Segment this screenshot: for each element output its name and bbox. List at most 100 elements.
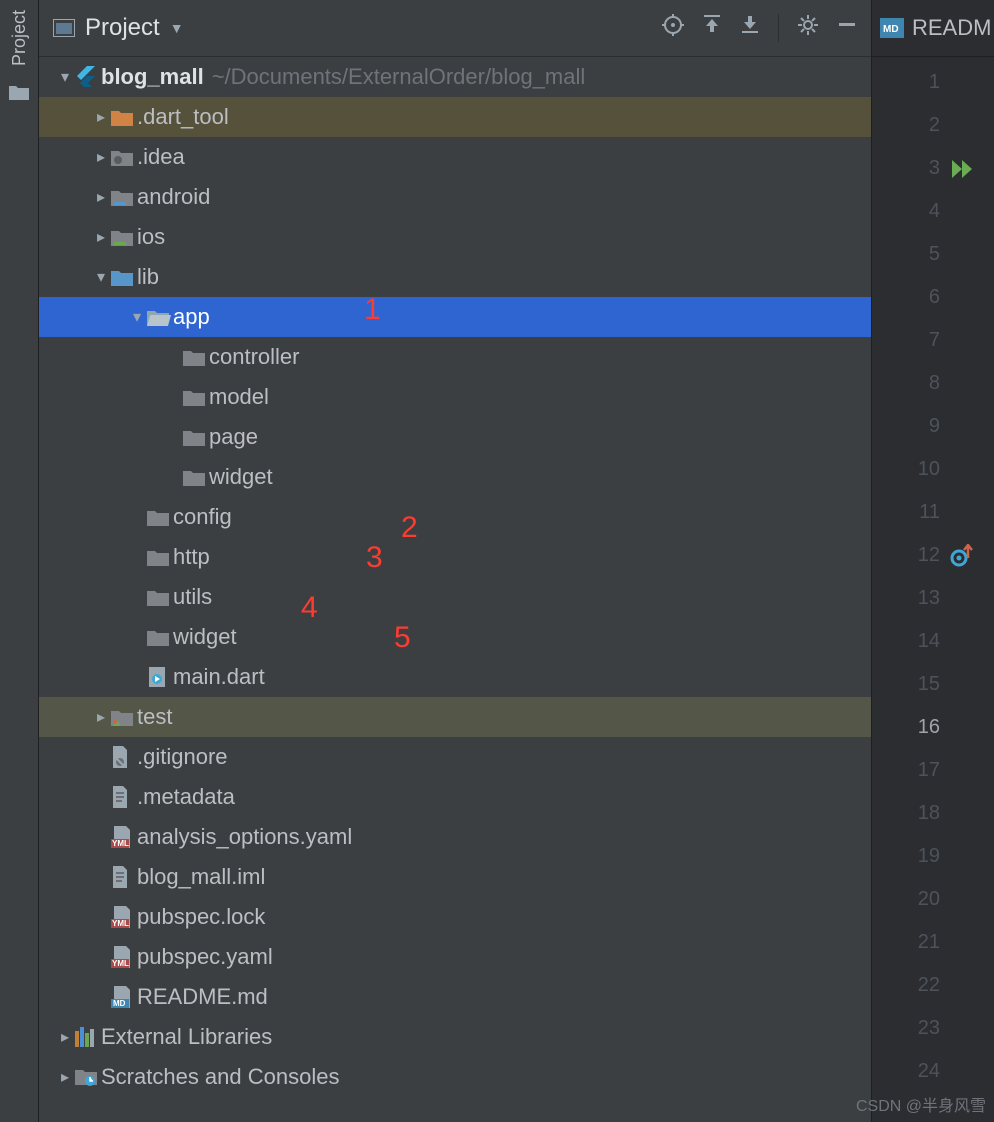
tree-row[interactable]: ▾lib: [39, 257, 871, 297]
tree-row[interactable]: ▸ android: [39, 177, 871, 217]
scratch-icon: [75, 1067, 101, 1087]
annotation-number: 1: [364, 293, 381, 327]
svg-text:YML: YML: [112, 839, 129, 848]
tree-row[interactable]: ▾blog_mall~/Documents/ExternalOrder/blog…: [39, 57, 871, 97]
chevron-right-icon[interactable]: ▸: [91, 707, 111, 727]
line-number: 1: [929, 61, 940, 104]
svg-text:MD: MD: [113, 999, 126, 1008]
line-number: 14: [918, 620, 940, 663]
tree-row[interactable]: model: [39, 377, 871, 417]
tree-item-label: app: [173, 304, 210, 330]
tree-row[interactable]: utils: [39, 577, 871, 617]
tree-row[interactable]: .gitignore: [39, 737, 871, 777]
project-tree[interactable]: ▾blog_mall~/Documents/ExternalOrder/blog…: [39, 57, 871, 1122]
folder-ios-icon: [111, 228, 137, 246]
tree-row[interactable]: http: [39, 537, 871, 577]
tree-item-label: main.dart: [173, 664, 265, 690]
tree-row[interactable]: widget: [39, 617, 871, 657]
chevron-down-icon[interactable]: ▾: [91, 267, 111, 287]
tree-row[interactable]: ▸External Libraries: [39, 1017, 871, 1057]
tree-item-label: blog_mall: [101, 64, 204, 90]
target-icon[interactable]: [662, 14, 684, 42]
chevron-down-icon[interactable]: ▾: [55, 67, 75, 87]
editor-tab[interactable]: MD READM: [872, 0, 994, 57]
project-icon: [53, 19, 75, 37]
tree-item-label: android: [137, 184, 210, 210]
folder-icon: [147, 588, 173, 606]
tree-row[interactable]: ▸.idea: [39, 137, 871, 177]
line-number: 19: [918, 835, 940, 878]
tree-row[interactable]: ▸test: [39, 697, 871, 737]
chevron-right-icon[interactable]: ▸: [55, 1027, 75, 1047]
folder-blue-icon: [111, 268, 137, 286]
tree-row[interactable]: YMLpubspec.yaml: [39, 937, 871, 977]
tree-item-label: utils: [173, 584, 212, 610]
tree-item-label: pubspec.lock: [137, 904, 265, 930]
line-number: 4: [929, 190, 940, 233]
tree-item-label: controller: [209, 344, 299, 370]
dropdown-icon[interactable]: ▼: [170, 20, 184, 36]
folder-icon: [147, 508, 173, 526]
libs-icon: [75, 1027, 101, 1047]
run-gutter-icon[interactable]: [952, 147, 974, 190]
expand-all-icon[interactable]: [702, 14, 722, 42]
folder-icon: [147, 628, 173, 646]
breakpoint-gutter-icon[interactable]: [950, 534, 974, 577]
chevron-right-icon[interactable]: ▸: [91, 187, 111, 207]
chevron-right-icon[interactable]: ▸: [55, 1067, 75, 1087]
dart-icon: [147, 667, 173, 687]
project-tool-button[interactable]: Project: [9, 10, 30, 66]
chevron-right-icon[interactable]: ▸: [91, 147, 111, 167]
panel-actions: [662, 14, 857, 42]
tree-row[interactable]: ▾ app: [39, 297, 871, 337]
chevron-down-icon[interactable]: ▾: [127, 307, 147, 327]
tree-row[interactable]: ▸ .dart_tool: [39, 97, 871, 137]
tool-strip-folder-icon[interactable]: [9, 84, 29, 100]
line-number: 16: [918, 706, 940, 749]
tree-row[interactable]: controller: [39, 337, 871, 377]
folder-idea-icon: [111, 148, 137, 166]
tree-row[interactable]: config: [39, 497, 871, 537]
tree-row[interactable]: ▸ ios: [39, 217, 871, 257]
tree-row[interactable]: widget: [39, 457, 871, 497]
panel-title-label: Project: [85, 14, 160, 42]
line-number: 6: [929, 276, 940, 319]
tree-item-label: ios: [137, 224, 165, 250]
tree-row[interactable]: blog_mall.iml: [39, 857, 871, 897]
line-number: 22: [918, 964, 940, 1007]
tree-row[interactable]: ▸Scratches and Consoles: [39, 1057, 871, 1097]
chevron-right-icon[interactable]: ▸: [91, 107, 111, 127]
panel-title[interactable]: Project ▼: [53, 14, 184, 42]
line-number: 17: [918, 749, 940, 792]
chevron-right-icon[interactable]: ▸: [91, 227, 111, 247]
gear-icon[interactable]: [797, 14, 819, 42]
folder-open-icon: [147, 308, 173, 326]
tree-item-label: http: [173, 544, 210, 570]
tree-item-label: .metadata: [137, 784, 235, 810]
tree-row[interactable]: main.dart: [39, 657, 871, 697]
folder-icon: [183, 468, 209, 486]
md-icon: MD: [111, 986, 137, 1008]
collapse-all-icon[interactable]: [740, 14, 760, 42]
yml-icon: YML: [111, 906, 137, 928]
line-number: 12: [918, 534, 940, 577]
separator: [778, 14, 779, 42]
tree-item-label: widget: [173, 624, 237, 650]
tree-item-label: .gitignore: [137, 744, 228, 770]
file-git-icon: [111, 746, 137, 768]
tree-row[interactable]: .metadata: [39, 777, 871, 817]
minimize-icon[interactable]: [837, 14, 857, 42]
tree-row[interactable]: YMLpubspec.lock: [39, 897, 871, 937]
tree-row[interactable]: page: [39, 417, 871, 457]
tool-strip: Project: [0, 0, 39, 1122]
line-number: 7: [929, 319, 940, 362]
line-number: 24: [918, 1050, 940, 1093]
project-panel: Project ▼ ▾blog_mall~/Documents/External…: [39, 0, 872, 1122]
yml-icon: YML: [111, 826, 137, 848]
folder-test-icon: [111, 708, 137, 726]
line-number: 23: [918, 1007, 940, 1050]
tree-item-label: .dart_tool: [137, 104, 229, 130]
tree-row[interactable]: MDREADME.md: [39, 977, 871, 1017]
tree-row[interactable]: YMLanalysis_options.yaml: [39, 817, 871, 857]
file-icon: [111, 786, 137, 808]
